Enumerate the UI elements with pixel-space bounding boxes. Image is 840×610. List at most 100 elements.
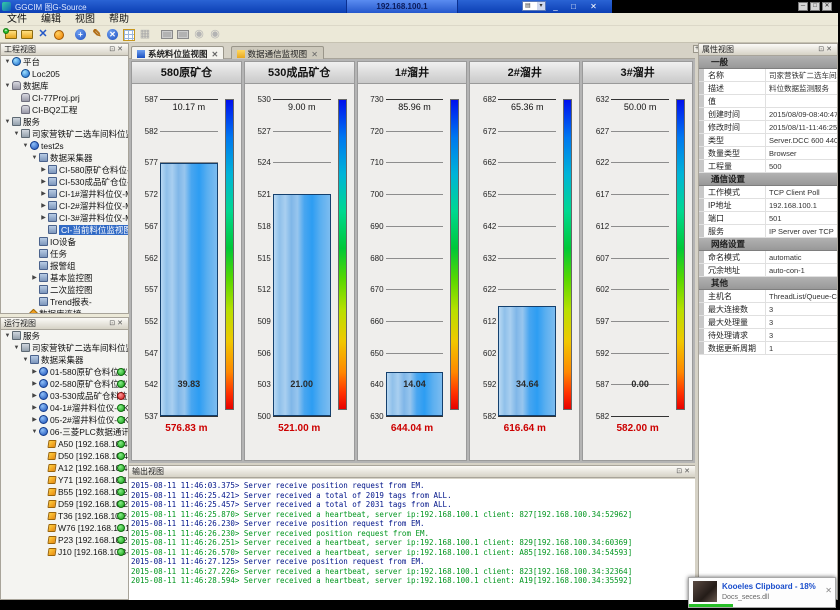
- tree-item[interactable]: Loc205: [1, 68, 128, 80]
- expander-icon[interactable]: ▶: [39, 164, 48, 176]
- tree-item[interactable]: ▼服务: [1, 116, 128, 128]
- menu-edit[interactable]: 编辑: [34, 13, 68, 26]
- expander-icon[interactable]: ▼: [21, 354, 30, 366]
- tree-item[interactable]: ▼06-三菱PLC数据通讯: [1, 426, 128, 438]
- property-row[interactable]: 端口501: [699, 212, 837, 225]
- tree-item[interactable]: T36 [192.168.10.2-: [1, 510, 128, 522]
- tree-item[interactable]: ▶基本监控图: [1, 272, 128, 284]
- tree-item[interactable]: ▶01-580原矿仓料位仪-CK-: [1, 366, 128, 378]
- close-button[interactable]: ✕: [586, 1, 601, 12]
- property-row[interactable]: 冗余地址auto-con-1: [699, 264, 837, 277]
- tree-item[interactable]: CI-当前料位监视图: [1, 224, 128, 236]
- alarm-icon[interactable]: [51, 27, 67, 42]
- property-row[interactable]: 工程量500: [699, 160, 837, 173]
- notification-popup[interactable]: Kooeles Clipboard - 18% Docs_seces.dll ✕: [688, 577, 836, 608]
- view-table-icon[interactable]: [121, 27, 137, 42]
- tree-item[interactable]: ▶02-580原矿仓料位仪-CK-: [1, 378, 128, 390]
- expander-icon[interactable]: ▼: [30, 152, 39, 164]
- new-project-icon[interactable]: +: [3, 27, 19, 42]
- tree-item[interactable]: ▼数据采集器: [1, 152, 128, 164]
- tree-item[interactable]: ▼test2s: [1, 140, 128, 152]
- property-row[interactable]: 数据更新周期1: [699, 342, 837, 355]
- restore-button[interactable]: □: [566, 1, 581, 12]
- float-panel-icon[interactable]: ⊡: [676, 468, 684, 475]
- menu-view[interactable]: 视图: [68, 13, 102, 26]
- property-row[interactable]: 描述料位数据监测服务: [699, 82, 837, 95]
- property-row[interactable]: 名称司家营铁矿二选车间料-: [699, 69, 837, 82]
- tree-item[interactable]: ▼数据库: [1, 80, 128, 92]
- tab-close-icon[interactable]: ✕: [311, 50, 318, 59]
- tree-item[interactable]: ▶04-1#溜井料位仪-CK-: [1, 402, 128, 414]
- stop-icon[interactable]: ◉: [207, 27, 223, 42]
- tree-item[interactable]: 报警组: [1, 260, 128, 272]
- expander-icon[interactable]: ▶: [39, 188, 48, 200]
- expander-icon[interactable]: ▶: [30, 414, 39, 426]
- tree-item[interactable]: ▶CI-2#溜井料位仪-Mo-: [1, 200, 128, 212]
- tree-item[interactable]: 任务: [1, 248, 128, 260]
- property-section-header[interactable]: 网络设置: [699, 238, 837, 251]
- tree-item[interactable]: B55 [192.168.10.2-: [1, 486, 128, 498]
- property-section-header[interactable]: 一般: [699, 56, 837, 69]
- menu-help[interactable]: 帮助: [102, 13, 136, 26]
- tree-item[interactable]: D50 [192.168.10.4-: [1, 450, 128, 462]
- tree-item[interactable]: ▶CI-580原矿仓料位-Mo-: [1, 164, 128, 176]
- expander-icon[interactable]: ▶: [39, 176, 48, 188]
- expander-icon[interactable]: ▶: [39, 212, 48, 224]
- monitor-2-icon[interactable]: [175, 27, 191, 42]
- monitor-1-icon[interactable]: [159, 27, 175, 42]
- tree-item[interactable]: ▶05-2#溜井料位仪-CK-: [1, 414, 128, 426]
- expander-icon[interactable]: ▶: [30, 272, 39, 284]
- property-section-header[interactable]: 其他: [699, 277, 837, 290]
- tab-close-icon[interactable]: ✕: [212, 50, 219, 59]
- expander-icon[interactable]: ▶: [30, 390, 39, 402]
- property-row[interactable]: IP地址192.168.100.1: [699, 199, 837, 212]
- expander-icon[interactable]: ▼: [3, 116, 12, 128]
- outer-minimize-button[interactable]: ─: [798, 2, 808, 11]
- expander-icon[interactable]: ▼: [3, 56, 12, 68]
- expander-icon[interactable]: ▶: [39, 200, 48, 212]
- expander-icon[interactable]: ▼: [30, 426, 39, 438]
- run-icon[interactable]: ◉: [191, 27, 207, 42]
- tree-item[interactable]: CI-BQ2工程: [1, 104, 128, 116]
- tree-item[interactable]: ▶CI-530成品矿仓位-Mo-: [1, 176, 128, 188]
- delete-item-icon[interactable]: ✕: [105, 27, 121, 42]
- expander-icon[interactable]: ▼: [12, 342, 21, 354]
- tree-item[interactable]: ▼服务: [1, 330, 128, 342]
- float-panel-icon[interactable]: ⊡: [109, 46, 117, 53]
- close-panel-icon[interactable]: ✕: [117, 46, 125, 53]
- property-row[interactable]: 服务IP Server over TCP: [699, 225, 837, 238]
- tree-item[interactable]: W76 [192.168.10.1-: [1, 522, 128, 534]
- chevron-down-icon[interactable]: ▾: [537, 2, 545, 10]
- close-panel-icon[interactable]: ✕: [684, 468, 692, 475]
- titlebar-combobox[interactable]: ▤▾: [522, 1, 546, 11]
- tree-item[interactable]: A12 [192.168.10.4-: [1, 462, 128, 474]
- expander-icon[interactable]: ▶: [30, 366, 39, 378]
- tree-item[interactable]: ▼司家营铁矿二选车间料位监测中-: [1, 342, 128, 354]
- open-project-icon[interactable]: [19, 27, 35, 42]
- tree-item[interactable]: 二次监控图: [1, 284, 128, 296]
- outer-close-button[interactable]: ✕: [822, 2, 832, 11]
- expander-icon[interactable]: ▼: [12, 128, 21, 140]
- property-row[interactable]: 创建时间2015/08/09-08:40:47-: [699, 108, 837, 121]
- tree-item[interactable]: ▶CI-3#溜井料位仪-Mo-: [1, 212, 128, 224]
- outer-maximize-button[interactable]: □: [810, 2, 820, 11]
- tree-item[interactable]: P23 [192.168.10.2-: [1, 534, 128, 546]
- property-row[interactable]: 类型Server.DCC 600 440-: [699, 134, 837, 147]
- tree-item[interactable]: ▶CI-1#溜井料位仪-Mo-: [1, 188, 128, 200]
- tree-item[interactable]: IO设备: [1, 236, 128, 248]
- title-bar-blue[interactable]: GGCIM 图G-Source 192.168.100.1 ▤▾ _ □ ✕: [0, 0, 612, 13]
- close-icon[interactable]: ✕: [825, 586, 832, 595]
- property-row[interactable]: 修改时间2015/08/11-11:46:25-: [699, 121, 837, 134]
- tree-item[interactable]: ▼司家营铁矿二选车间料位监测中-: [1, 128, 128, 140]
- expander-icon[interactable]: ▶: [30, 402, 39, 414]
- close-panel-icon[interactable]: ✕: [826, 46, 834, 53]
- log-output[interactable]: 2015-08-11 11:46:03.375> Server receive …: [129, 479, 695, 600]
- minimize-button[interactable]: _: [548, 1, 563, 12]
- property-row[interactable]: 最大连接数3: [699, 303, 837, 316]
- property-row[interactable]: 命名模式automatic: [699, 251, 837, 264]
- tree-item[interactable]: ▼平台: [1, 56, 128, 68]
- tree-item[interactable]: CI-77Proj.prj: [1, 92, 128, 104]
- property-row[interactable]: 主机名ThreadList/Queue-CPU-: [699, 290, 837, 303]
- tree-item[interactable]: Y71 [192.168.10.1-: [1, 474, 128, 486]
- edit-icon[interactable]: ✎: [89, 27, 105, 42]
